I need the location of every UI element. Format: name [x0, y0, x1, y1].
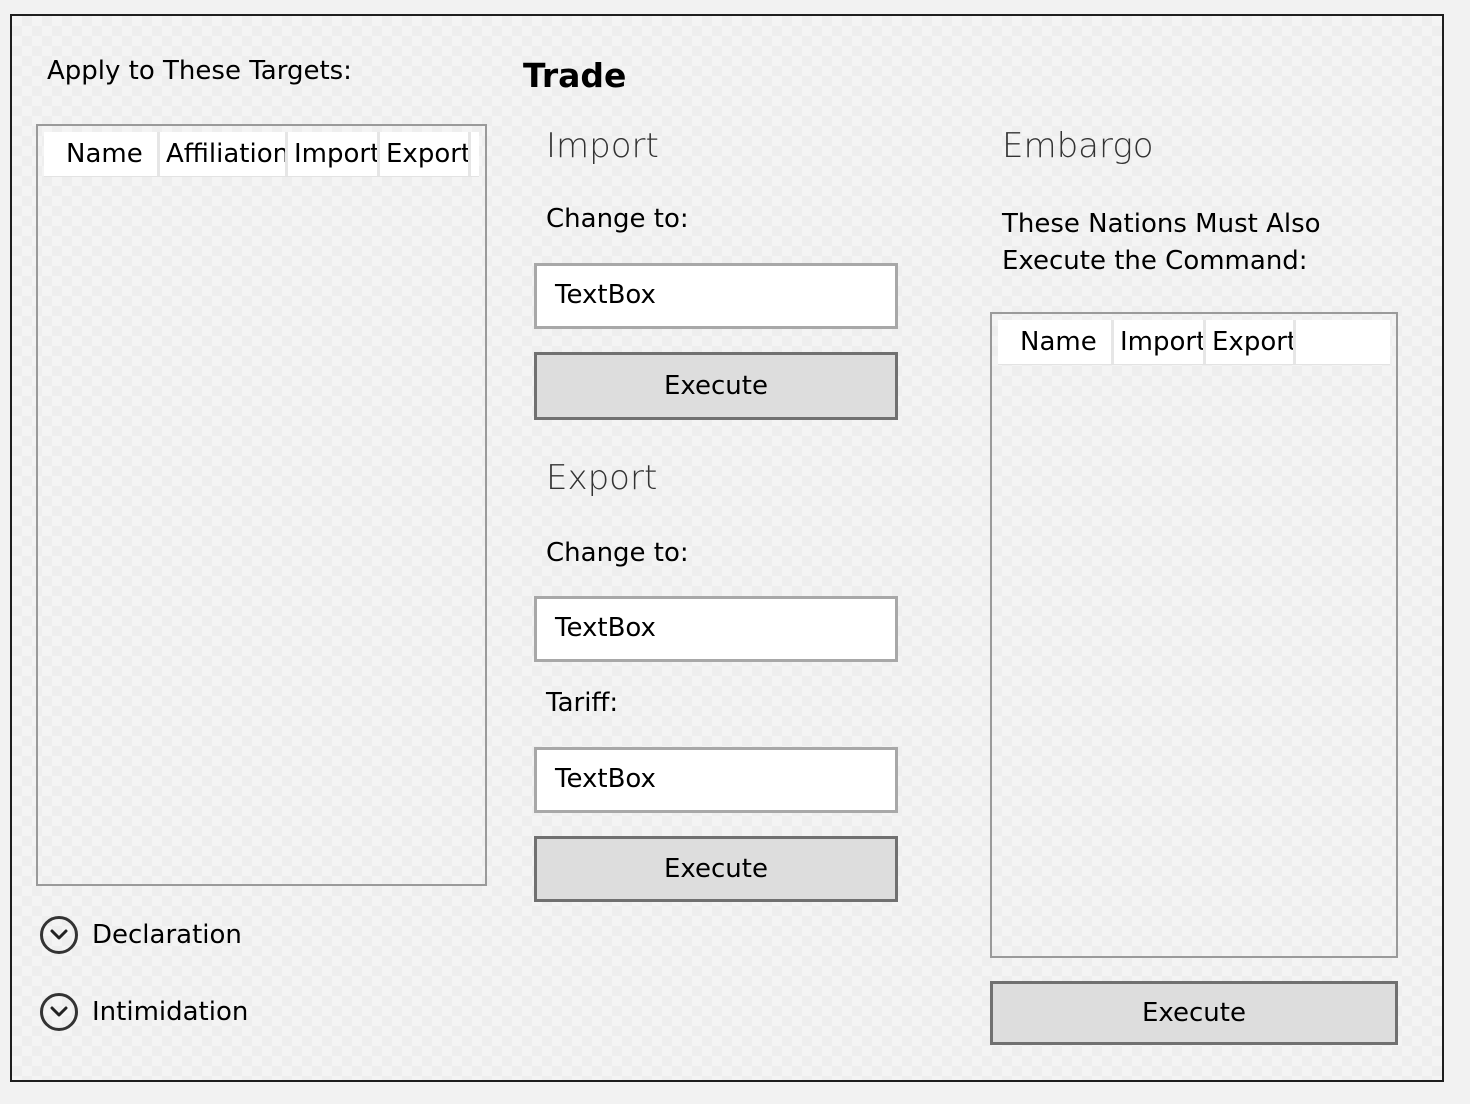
column-header-export[interactable]: Export [1206, 320, 1296, 364]
embargo-nations-list[interactable]: Name Import Export [990, 312, 1398, 958]
chevron-down-icon[interactable] [40, 993, 78, 1031]
chevron-down-icon-glyph [50, 1006, 68, 1017]
column-header-import[interactable]: Import [288, 132, 380, 176]
import-change-label: Change to: [546, 204, 689, 234]
import-execute-button[interactable]: Execute [534, 352, 898, 420]
column-header-affiliation[interactable]: Affiliation [160, 132, 288, 176]
embargo-heading: Embargo [1002, 126, 1154, 166]
column-header-name[interactable]: Name [44, 132, 160, 176]
expander-intimidation[interactable]: Intimidation [40, 993, 248, 1031]
embargo-list-header: Name Import Export [998, 320, 1390, 365]
export-tariff-label: Tariff: [546, 688, 619, 718]
targets-list-header: Name Affiliation Import Export [44, 132, 479, 177]
import-heading: Import [546, 126, 659, 166]
embargo-description-line-2: Execute the Command: [1002, 246, 1308, 276]
export-change-label: Change to: [546, 538, 689, 568]
expander-declaration[interactable]: Declaration [40, 916, 242, 954]
column-header-import[interactable]: Import [1114, 320, 1206, 364]
column-header-export[interactable]: Export [380, 132, 471, 176]
export-heading: Export [546, 458, 658, 498]
page-title: Trade [523, 56, 627, 95]
export-execute-button[interactable]: Execute [534, 836, 898, 902]
targets-list[interactable]: Name Affiliation Import Export [36, 124, 487, 886]
column-header-name[interactable]: Name [998, 320, 1114, 364]
import-change-input[interactable]: TextBox [534, 263, 898, 329]
chevron-down-icon[interactable] [40, 916, 78, 954]
chevron-down-icon-glyph [50, 929, 68, 940]
targets-label: Apply to These Targets: [47, 56, 352, 86]
expander-declaration-label: Declaration [92, 920, 242, 950]
trade-panel: Apply to These Targets: Name Affiliation… [10, 14, 1444, 1082]
embargo-description-line-1: These Nations Must Also [1002, 209, 1321, 239]
embargo-description: These Nations Must Also Execute the Comm… [1002, 206, 1321, 280]
embargo-execute-button[interactable]: Execute [990, 981, 1398, 1045]
export-tariff-input[interactable]: TextBox [534, 747, 898, 813]
expander-intimidation-label: Intimidation [92, 997, 249, 1027]
export-change-input[interactable]: TextBox [534, 596, 898, 662]
